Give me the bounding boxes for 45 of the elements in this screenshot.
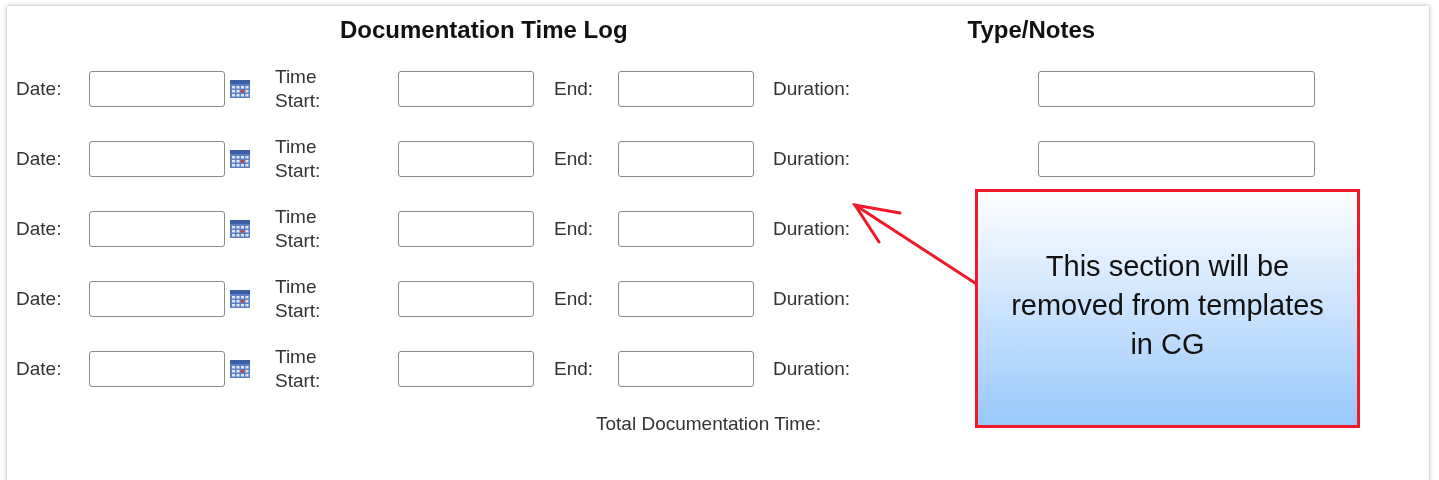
date-label: Date:: [16, 218, 63, 240]
date-label: Date:: [16, 358, 63, 380]
time-start-label: Time Start:: [275, 276, 321, 321]
end-time-field[interactable]: [618, 281, 754, 317]
column-heading: Type/Notes: [967, 16, 1096, 44]
duration-label: Duration:: [773, 78, 852, 100]
calendar-icon[interactable]: [229, 149, 251, 169]
end-label: End:: [554, 288, 595, 310]
duration-label: Duration:: [773, 218, 852, 240]
end-time-field[interactable]: [618, 71, 754, 107]
start-time-field[interactable]: [398, 351, 534, 387]
end-label: End:: [554, 78, 595, 100]
time-start-label: Time Start:: [275, 66, 321, 111]
date-field[interactable]: [89, 141, 225, 177]
start-time-field[interactable]: [398, 281, 534, 317]
start-time-field[interactable]: [398, 211, 534, 247]
time-start-label: Time Start:: [275, 346, 321, 391]
date-label: Date:: [16, 148, 63, 170]
calendar-icon[interactable]: [229, 219, 251, 239]
notes-field[interactable]: [1038, 141, 1315, 177]
date-field[interactable]: [89, 281, 225, 317]
date-field[interactable]: [89, 211, 225, 247]
date-label: Date:: [16, 78, 63, 100]
date-field[interactable]: [89, 351, 225, 387]
end-label: End:: [554, 218, 595, 240]
callout-text: This section will be removed from templates in CG: [1010, 249, 1325, 362]
end-label: End:: [554, 358, 595, 380]
total-time-label: Total Documentation Time:: [596, 413, 821, 435]
calendar-icon[interactable]: [229, 289, 251, 309]
date-field[interactable]: [89, 71, 225, 107]
end-label: End:: [554, 148, 595, 170]
end-time-field[interactable]: [618, 351, 754, 387]
section-title: Documentation Time Log: [340, 16, 628, 44]
calendar-icon[interactable]: [229, 79, 251, 99]
end-time-field[interactable]: [618, 141, 754, 177]
notes-field[interactable]: [1038, 71, 1315, 107]
duration-label: Duration:: [773, 148, 852, 170]
start-time-field[interactable]: [398, 71, 534, 107]
end-time-field[interactable]: [618, 211, 754, 247]
calendar-icon[interactable]: [229, 359, 251, 379]
duration-label: Duration:: [773, 358, 852, 380]
start-time-field[interactable]: [398, 141, 534, 177]
time-start-label: Time Start:: [275, 136, 321, 181]
date-label: Date:: [16, 288, 63, 310]
time-start-label: Time Start:: [275, 206, 321, 251]
